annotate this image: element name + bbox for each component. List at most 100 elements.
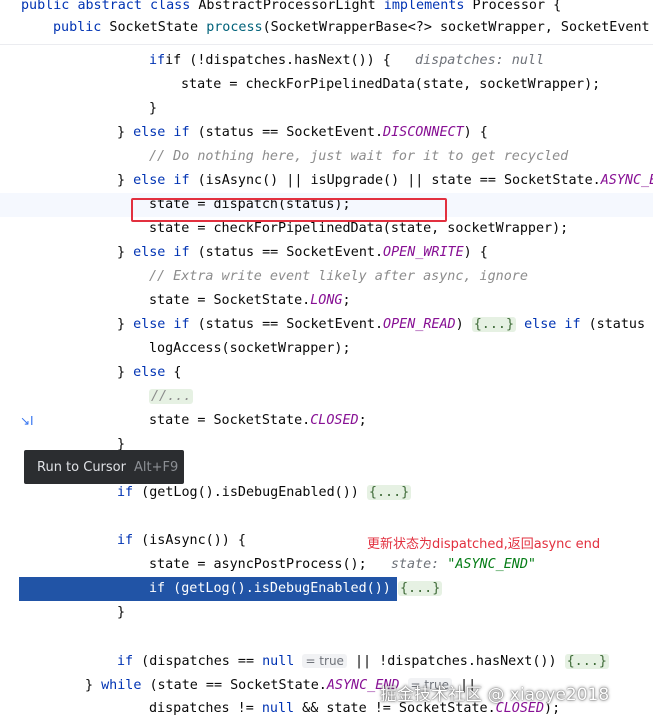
- code-text: logAccess(socketWrapper);: [149, 341, 351, 356]
- code-line-16[interactable]: state = SocketState.CLOSED;: [0, 409, 653, 433]
- keyword: implements: [383, 0, 465, 13]
- inline-debug-value: state: "ASYNC_END": [390, 557, 536, 572]
- enum-constant: LONG: [310, 293, 343, 308]
- code-text: {: [165, 365, 182, 380]
- code-line-1[interactable]: ifif (!dispatches.hasNext()) { dispatche…: [0, 49, 653, 73]
- code-text: }: [117, 605, 126, 620]
- enum-constant: OPEN_READ: [383, 317, 456, 332]
- brace: }: [85, 678, 102, 693]
- brace: }: [117, 245, 134, 260]
- code-text: state = asyncPostProcess();: [149, 557, 367, 572]
- code-line-14[interactable]: } else {: [0, 361, 653, 385]
- code-text: (isAsync()) {: [133, 533, 246, 548]
- enum-constant: ASYNC_END: [600, 173, 653, 188]
- tooltip-shortcut: Alt+F9: [133, 459, 179, 475]
- keyword: if: [117, 654, 134, 669]
- code-text: ) {: [463, 125, 488, 140]
- return-type: SocketState: [101, 20, 207, 35]
- keyword: else if: [524, 317, 581, 332]
- code-line-6[interactable]: } else if (isAsync() || isUpgrade() || s…: [0, 169, 653, 193]
- keyword: public: [53, 20, 102, 35]
- sticky-scope-header[interactable]: public abstract class AbstractProcessorL…: [0, 0, 653, 45]
- code-comment: // Extra write event likely after async,…: [149, 269, 528, 284]
- code-text: (dispatches ==: [133, 654, 263, 669]
- code-line-24[interactable]: }: [0, 601, 653, 625]
- interface-name: Processor {: [464, 0, 562, 13]
- enum-constant: CLOSED: [310, 413, 359, 428]
- sticky-method-line[interactable]: public SocketState process(SocketWrapper…: [0, 16, 653, 40]
- class-name: AbstractProcessorLight: [190, 0, 384, 13]
- folded-block[interactable]: {...}: [398, 581, 443, 596]
- enum-constant: OPEN_WRITE: [383, 245, 464, 260]
- run-to-cursor-icon[interactable]: ↘I: [20, 414, 34, 428]
- keyword: if: [149, 581, 166, 596]
- code-line-5[interactable]: // Do nothing here, just wait for it to …: [0, 145, 653, 169]
- code-comment: // Do nothing here, just wait for it to …: [149, 149, 569, 164]
- tooltip-action: Run to Cursor: [37, 459, 126, 475]
- code-line-9[interactable]: } else if (status == SocketEvent.OPEN_WR…: [0, 241, 653, 265]
- code-text: ;: [358, 413, 367, 428]
- code-text: state = checkForPipelinedData(state, soc…: [181, 77, 601, 92]
- code-text: (getLog().isDebugEnabled()): [133, 485, 367, 500]
- keyword: else if: [133, 173, 190, 188]
- method-params: (SocketWrapperBase<?> socketWrapper, Soc…: [262, 20, 650, 35]
- code-text: (status == SocketEvent.: [189, 317, 384, 332]
- folded-block[interactable]: {...}: [471, 317, 517, 332]
- code-text: dispatches !=: [149, 701, 262, 716]
- code-text: || !dispatches.hasNext()): [346, 654, 565, 669]
- code-line-3[interactable]: }: [0, 97, 653, 121]
- keyword: if: [117, 485, 134, 500]
- code-text: }: [149, 101, 158, 116]
- code-text: (status ==: [588, 317, 646, 332]
- code-line-23-selected[interactable]: › if (getLog().isDebugEnabled()): [19, 577, 397, 601]
- code-line-11[interactable]: state = SocketState.LONG;: [0, 289, 653, 313]
- keyword: else if: [133, 125, 190, 140]
- keyword: else: [133, 365, 166, 380]
- method-name: process: [206, 20, 263, 35]
- brace: }: [117, 125, 134, 140]
- keyword-null: null: [262, 654, 295, 669]
- keyword: public: [21, 0, 70, 13]
- folded-block[interactable]: {...}: [366, 485, 412, 500]
- enum-constant: DISCONNECT: [383, 125, 464, 140]
- keyword: if: [117, 533, 134, 548]
- code-line-2[interactable]: state = checkForPipelinedData(state, soc…: [0, 73, 653, 97]
- keyword-if: if: [149, 53, 166, 68]
- brace: }: [117, 317, 134, 332]
- code-text: state = SocketState.: [149, 293, 311, 308]
- code-text: (getLog().isDebugEnabled()): [165, 581, 397, 596]
- watermark: 掘金技术社区 @ xiaoye2018: [380, 685, 610, 705]
- code-text: (status == SocketEvent.: [189, 125, 384, 140]
- folded-block[interactable]: {...}: [564, 654, 609, 669]
- code-text: ): [455, 317, 472, 332]
- code-line-23-fold[interactable]: {...}: [397, 577, 457, 601]
- annotation-text: 更新状态为dispatched,返回async end: [367, 537, 601, 552]
- code-text: (state == SocketState.: [141, 678, 327, 693]
- code-line-10[interactable]: // Extra write event likely after async,…: [0, 265, 653, 289]
- keyword-null: null: [261, 701, 295, 716]
- code-line-22[interactable]: state = asyncPostProcess(); state: "ASYN…: [0, 553, 653, 577]
- highlight-box: [131, 198, 447, 222]
- keyword: else if: [133, 245, 190, 260]
- code-text: if (!dispatches.hasNext()) {: [165, 53, 391, 68]
- run-to-cursor-tooltip[interactable]: Run to Cursor Alt+F9: [24, 450, 184, 484]
- code-line-26[interactable]: › if (dispatches == null = true || !disp…: [0, 649, 653, 673]
- code-text: (status == SocketEvent.: [189, 245, 384, 260]
- keyword: else if: [133, 317, 190, 332]
- code-line-4[interactable]: } else if (status == SocketEvent.DISCONN…: [0, 121, 653, 145]
- code-line-15[interactable]: › //...: [0, 385, 653, 409]
- keyword: class: [150, 0, 191, 13]
- inline-debug-value: dispatches: null: [415, 53, 545, 68]
- keyword: while: [101, 678, 142, 693]
- keyword: abstract: [77, 0, 142, 13]
- code-line-12[interactable]: › } else if (status == SocketEvent.OPEN_…: [0, 313, 653, 337]
- code-text: ) {: [463, 245, 488, 260]
- brace: }: [117, 173, 134, 188]
- inlay-hint: = true: [302, 654, 347, 668]
- code-line-19[interactable]: if (getLog().isDebugEnabled()) {...}: [0, 481, 653, 505]
- code-text: ;: [342, 293, 351, 308]
- folded-comment[interactable]: //...: [149, 389, 194, 404]
- code-text: state = SocketState.: [149, 413, 311, 428]
- code-line-13[interactable]: logAccess(socketWrapper);: [0, 337, 653, 361]
- code-text: (isAsync() || isUpgrade() || state == So…: [189, 173, 601, 188]
